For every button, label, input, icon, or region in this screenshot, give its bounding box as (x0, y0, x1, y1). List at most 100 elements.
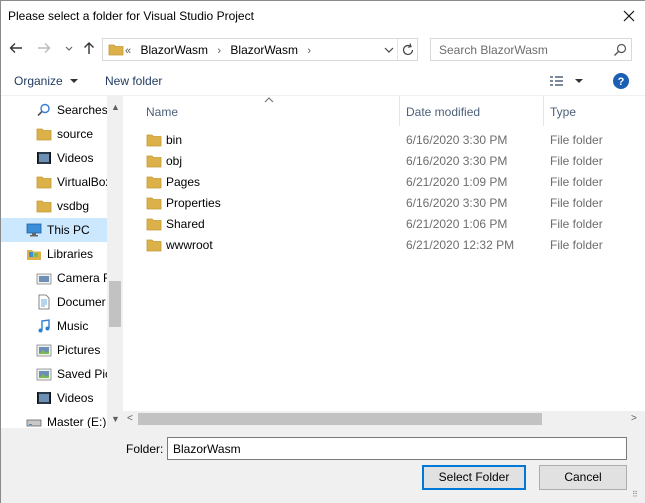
sidebar-item-searches[interactable]: Searches (1, 98, 107, 122)
file-date: 6/16/2020 3:30 PM (406, 196, 508, 210)
column-header-date[interactable]: Date modified (400, 96, 543, 126)
breadcrumb-overflow[interactable]: « (125, 45, 131, 57)
navigation-scrollbar[interactable]: ▲ ▼ (107, 96, 123, 428)
table-row[interactable]: Pages 6/21/2020 1:09 PM File folder (123, 171, 645, 192)
breadcrumb-item[interactable]: BlazorWasm (140, 43, 208, 57)
address-bar[interactable]: « BlazorWasm › BlazorWasm › (102, 38, 418, 61)
folder-icon (36, 174, 52, 190)
table-row[interactable]: obj 6/16/2020 3:30 PM File folder (123, 150, 645, 171)
pictures-icon (36, 366, 52, 382)
organize-menu[interactable]: Organize (14, 74, 79, 88)
table-row[interactable]: Properties 6/16/2020 3:30 PM File folder (123, 192, 645, 213)
sidebar-item-vsdbg[interactable]: vsdbg (1, 194, 107, 218)
breadcrumb-separator[interactable]: › (307, 45, 311, 57)
table-row[interactable]: Shared 6/21/2020 1:06 PM File folder (123, 213, 645, 234)
sidebar-item-label: Videos (57, 391, 94, 405)
scroll-right-icon[interactable]: > (631, 413, 637, 424)
cancel-button[interactable]: Cancel (539, 465, 627, 490)
folder-icon (146, 237, 162, 256)
file-type: File folder (550, 238, 603, 252)
folder-icon (36, 126, 52, 142)
sidebar-item-this-pc[interactable]: This PC (1, 218, 107, 242)
table-row[interactable]: bin 6/16/2020 3:30 PM File folder (123, 129, 645, 150)
scrollbar-thumb[interactable] (138, 413, 542, 425)
folder-input-box[interactable] (167, 437, 627, 460)
file-type: File folder (550, 175, 603, 189)
folder-icon (36, 198, 52, 214)
sidebar-item-virtualbox[interactable]: VirtualBox (1, 170, 107, 194)
folder-icon (146, 132, 162, 151)
sidebar-item-libraries[interactable]: Libraries (1, 242, 107, 266)
sidebar-item-music[interactable]: Music (1, 314, 107, 338)
scroll-down-icon[interactable]: ▼ (111, 414, 120, 424)
sidebar-item-label: source (57, 127, 94, 141)
column-type-label: Type (550, 105, 577, 119)
search-icon[interactable] (612, 42, 628, 61)
column-header-name[interactable]: Name (123, 96, 399, 126)
svg-text:?: ? (618, 76, 625, 88)
libraries-icon (26, 246, 42, 262)
scroll-left-icon[interactable]: < (127, 413, 133, 424)
sidebar-item-videos[interactable]: Videos (1, 146, 107, 170)
file-date: 6/21/2020 1:09 PM (406, 175, 508, 189)
computer-icon (26, 222, 42, 238)
sidebar-item-videos[interactable]: Videos (1, 386, 107, 410)
file-name: bin (166, 133, 183, 147)
table-row[interactable]: wwwroot 6/21/2020 12:32 PM File folder (123, 234, 645, 255)
horizontal-scrollbar[interactable]: < > (123, 411, 645, 428)
select-folder-button[interactable]: Select Folder (422, 465, 526, 490)
sidebar-item-label: VirtualBox (57, 175, 107, 189)
sidebar-item-label: Saved Pic (57, 367, 107, 381)
refresh-icon[interactable] (400, 42, 416, 61)
breadcrumb-separator[interactable]: › (217, 45, 221, 57)
sidebar-item-source[interactable]: source (1, 122, 107, 146)
file-date: 6/21/2020 1:06 PM (406, 217, 508, 231)
folder-picker-dialog: Please select a folder for Visual Studio… (0, 0, 645, 503)
drive-icon (26, 414, 42, 428)
file-list: Name Date modified Type bin 6/16/2020 3:3… (123, 96, 645, 411)
view-options-icon[interactable] (549, 73, 589, 92)
file-name: Properties (166, 196, 221, 210)
navigation-pane: Searches source Videos VirtualBox vsdbg This … (1, 96, 123, 428)
sidebar-item-pictures[interactable]: Pictures (1, 338, 107, 362)
folder-name-field[interactable] (168, 438, 626, 459)
documents-icon (36, 294, 52, 310)
folder-icon (108, 42, 124, 60)
scroll-up-icon[interactable]: ▲ (111, 102, 120, 112)
title-bar: Please select a folder for Visual Studio… (1, 1, 645, 32)
file-type: File folder (550, 133, 603, 147)
up-arrow-icon[interactable] (81, 40, 97, 56)
window-title: Please select a folder for Visual Studio… (8, 9, 254, 23)
breadcrumb-item[interactable]: BlazorWasm (230, 43, 298, 57)
folder-icon (146, 195, 162, 214)
search-box[interactable]: Search BlazorWasm (430, 38, 632, 61)
sidebar-item-label: Searches (57, 103, 107, 117)
forward-arrow-icon[interactable] (36, 40, 52, 56)
sidebar-item-master-e[interactable]: Master (E:) (1, 410, 107, 428)
resize-grip-icon[interactable]: ⠿ (632, 490, 638, 499)
pictures-icon (36, 342, 52, 358)
help-icon[interactable]: ? (612, 72, 630, 93)
recent-locations-chevron-icon[interactable] (61, 40, 77, 56)
back-arrow-icon[interactable] (8, 40, 24, 56)
new-folder-button[interactable]: New folder (105, 74, 162, 88)
file-type: File folder (550, 217, 603, 231)
sidebar-item-label: Music (57, 319, 89, 333)
file-date: 6/16/2020 3:30 PM (406, 154, 508, 168)
file-name: Shared (166, 217, 205, 231)
search-icon (36, 102, 52, 118)
scrollbar-thumb[interactable] (109, 281, 121, 327)
sidebar-item-documer[interactable]: Documer (1, 290, 107, 314)
sidebar-item-camera-r[interactable]: Camera R (1, 266, 107, 290)
sidebar-item-label: Camera R (57, 271, 107, 285)
address-dropdown-icon[interactable] (383, 42, 395, 61)
music-icon (36, 318, 52, 334)
column-header-type[interactable]: Type (544, 96, 645, 126)
folder-icon (146, 174, 162, 193)
video-icon (36, 390, 52, 406)
sidebar-item-label: Videos (57, 151, 94, 165)
sidebar-item-saved-pic[interactable]: Saved Pic (1, 362, 107, 386)
camera-roll-icon (36, 270, 52, 286)
close-icon[interactable] (619, 6, 639, 26)
folder-icon (146, 216, 162, 235)
